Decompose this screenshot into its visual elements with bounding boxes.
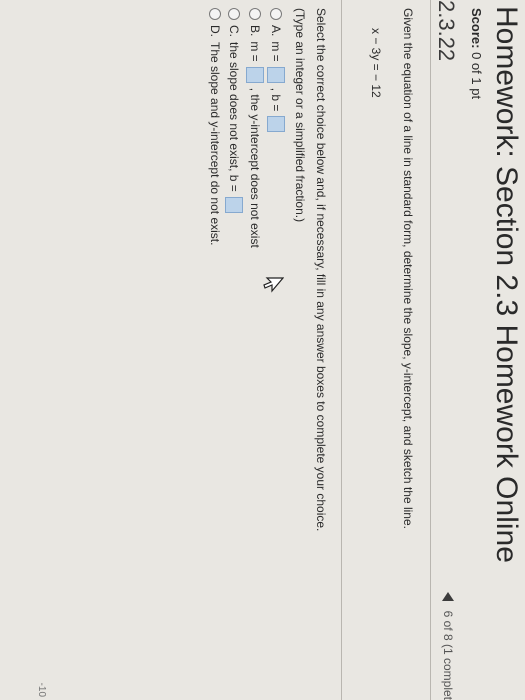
homework-screen: Homework: Section 2.3 Homework Online Sc… — [0, 0, 525, 700]
divider — [341, 0, 342, 700]
choice-text: the slope does not exist, b = — [227, 42, 241, 192]
question-prompt: Given the equation of a line in standard… — [401, 8, 415, 529]
score-row: Score: 0 of 1 pt — [469, 8, 484, 99]
instruction: Select the correct choice below and, if … — [314, 8, 328, 532]
question-number: 2.3.22 — [434, 0, 459, 62]
choice-letter: C. — [227, 25, 241, 37]
radio-button[interactable] — [228, 8, 240, 20]
divider — [430, 0, 431, 700]
choice-text: The slope and y-intercept do not exist. — [208, 42, 222, 246]
choice-letter: A. — [269, 25, 283, 37]
radio-button[interactable] — [270, 8, 282, 20]
m-label: m = — [269, 41, 283, 62]
choice-b[interactable]: B. m = , the y-intercept does not exist — [246, 8, 264, 248]
score-value: 0 of 1 pt — [469, 52, 484, 100]
mouse-pointer-icon — [263, 277, 284, 293]
slope-answer-box[interactable] — [246, 66, 264, 83]
score-label: Score: — [469, 8, 484, 49]
choice-d[interactable]: D. The slope and y-intercept do not exis… — [208, 8, 222, 245]
equation: x − 3y = − 12 — [369, 28, 383, 98]
choice-a[interactable]: A. m = , b = — [267, 8, 285, 133]
edge-text: -10 — [36, 682, 47, 697]
radio-button[interactable] — [249, 8, 261, 20]
b-label: , b = — [269, 87, 283, 112]
choice-letter: B. — [248, 25, 262, 37]
radio-button[interactable] — [209, 8, 221, 20]
intercept-answer-box[interactable] — [225, 196, 243, 213]
intercept-answer-box[interactable] — [267, 116, 285, 133]
page-title: Homework: Section 2.3 Homework Online — [490, 6, 523, 563]
hint-text: (Type an integer or a simplified fractio… — [293, 8, 307, 223]
triangle-left-icon[interactable] — [442, 591, 454, 601]
m-label: m = — [248, 41, 262, 62]
choice-letter: D. — [208, 25, 222, 37]
question-pager: 6 of 8 (1 complet — [441, 591, 455, 700]
choice-c[interactable]: C. the slope does not exist, b = — [225, 8, 243, 213]
choice-suffix: , the y-intercept does not exist — [248, 87, 262, 248]
slope-answer-box[interactable] — [267, 66, 285, 83]
progress-text: 6 of 8 (1 complet — [441, 610, 455, 700]
